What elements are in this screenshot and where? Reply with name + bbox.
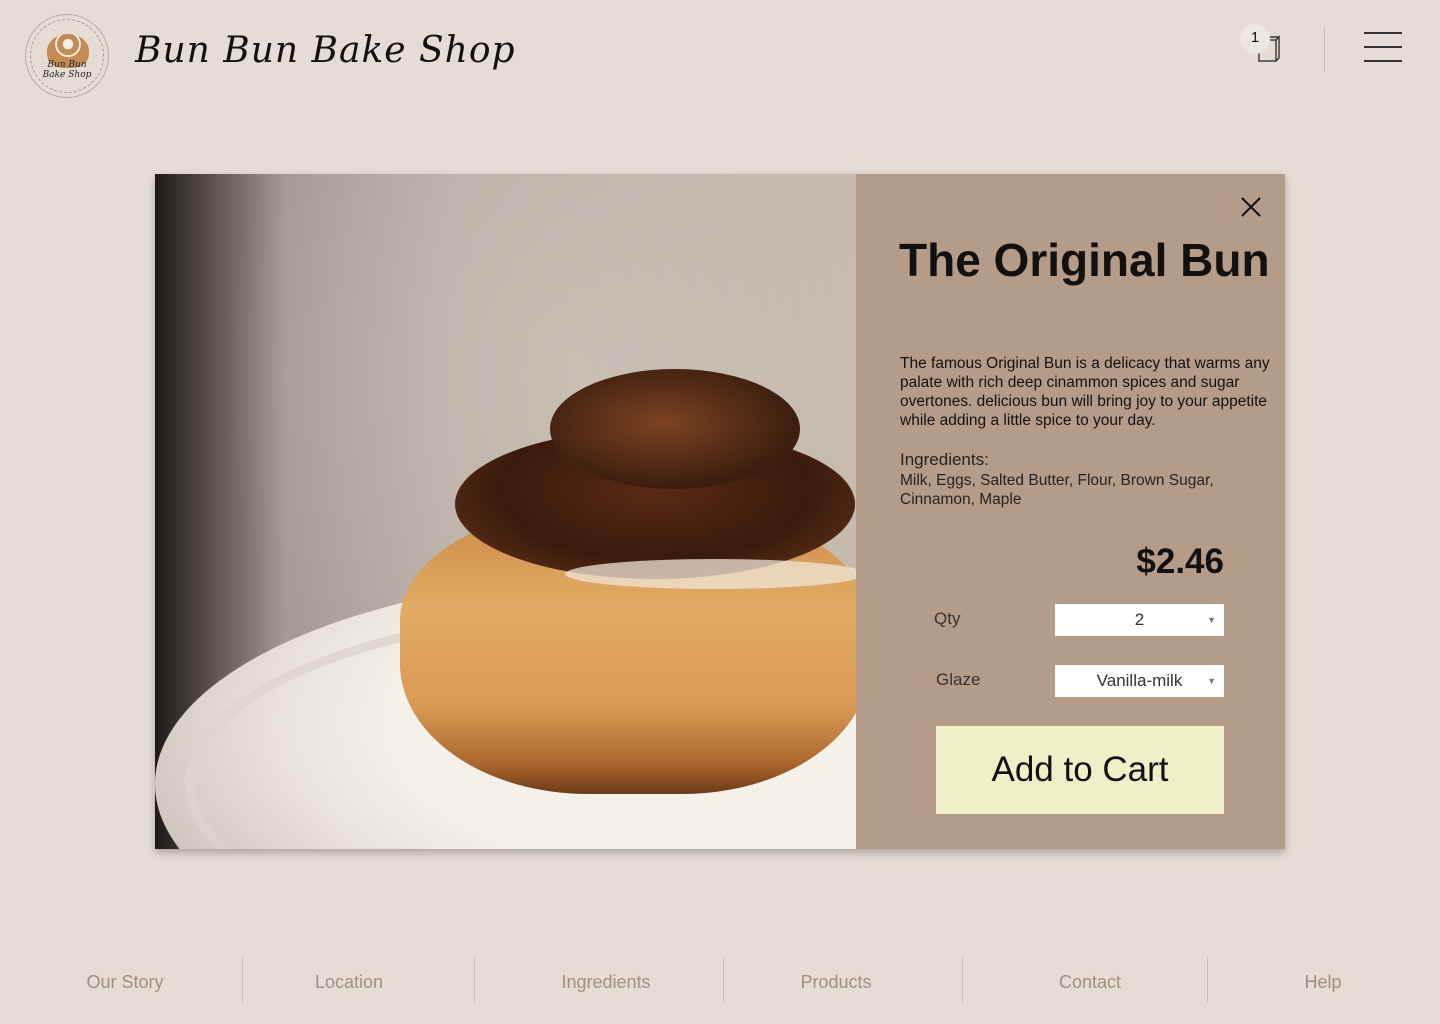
product-modal: The Original Bun The famous Original Bun… (155, 174, 1285, 849)
nav-divider (962, 957, 963, 1002)
qty-select[interactable]: 2 ▼ (1055, 604, 1224, 636)
product-details-panel: The Original Bun The famous Original Bun… (856, 174, 1285, 849)
qty-value: 2 (1134, 610, 1145, 629)
brand-name[interactable]: Bun Bun Bake Shop (135, 30, 516, 71)
ingredients-label: Ingredients: (900, 450, 989, 469)
nav-location[interactable]: Location (254, 957, 444, 1002)
logo[interactable]: Bun Bun Bake Shop (25, 14, 109, 98)
ingredients-list: Milk, Eggs, Salted Butter, Flour, Brown … (900, 472, 1214, 508)
product-price: $2.46 (1136, 542, 1224, 581)
header-divider (1324, 27, 1325, 71)
nav-our-story[interactable]: Our Story (30, 957, 220, 1002)
nav-divider (474, 957, 475, 1002)
nav-ingredients[interactable]: Ingredients (500, 957, 712, 1002)
glaze-drizzle (565, 559, 856, 589)
chevron-down-icon: ▼ (1207, 676, 1216, 686)
logo-text: Bun Bun Bake Shop (31, 60, 103, 80)
cinnamon-bun-top (550, 369, 800, 489)
nav-divider (723, 957, 724, 1002)
footer-nav: Our Story Location Ingredients Products … (0, 957, 1440, 1002)
qty-label: Qty (934, 609, 961, 628)
close-icon[interactable] (1239, 195, 1263, 219)
hamburger-menu-icon-bar (1364, 46, 1402, 48)
nav-divider (242, 957, 243, 1002)
chevron-down-icon: ▼ (1207, 615, 1216, 625)
nav-divider (1207, 957, 1208, 1002)
glaze-label: Glaze (936, 670, 981, 689)
glaze-value: Vanilla-milk (1096, 671, 1183, 690)
nav-products[interactable]: Products (740, 957, 932, 1002)
glaze-select[interactable]: Vanilla-milk ▼ (1055, 665, 1224, 697)
product-title: The Original Bun (899, 234, 1270, 286)
cart-button[interactable]: 1 (1240, 24, 1288, 68)
nav-help[interactable]: Help (1240, 957, 1406, 1002)
logo-text-line1: Bun Bun (47, 60, 87, 70)
nav-contact[interactable]: Contact (990, 957, 1190, 1002)
logo-text-line2: Bake Shop (42, 70, 92, 80)
menu-button[interactable] (1364, 32, 1402, 64)
product-description: The famous Original Bun is a delicacy th… (900, 355, 1270, 429)
logo-badge: Bun Bun Bake Shop (30, 19, 104, 93)
hamburger-menu-icon (1364, 32, 1402, 34)
add-to-cart-button[interactable]: Add to Cart (936, 726, 1224, 814)
hamburger-menu-icon-bar (1364, 60, 1402, 62)
cart-count-badge: 1 (1240, 24, 1270, 54)
product-photo (155, 174, 856, 849)
